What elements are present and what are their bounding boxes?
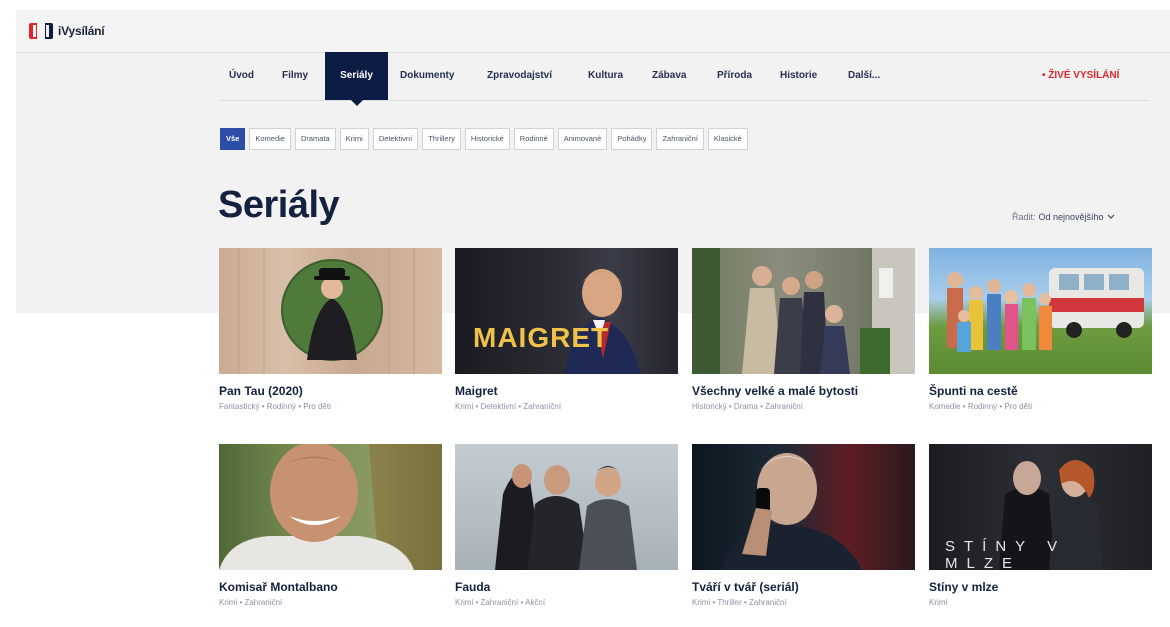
live-broadcast-link[interactable]: • ŽIVÉ VYSÍLÁNÍ — [1042, 52, 1119, 100]
show-genres: Krimi • Thriller • Zahraniční — [692, 598, 787, 607]
sort-dropdown[interactable]: Řadit: Od nejnovějšího — [1012, 212, 1115, 222]
show-thumbnail[interactable]: MAIGRET — [455, 248, 678, 374]
show-title[interactable]: Všechny velké a malé bytosti — [692, 384, 915, 398]
chip-krimi[interactable]: Krimi — [339, 128, 369, 150]
show-genres: Krimi — [929, 598, 948, 607]
show-title[interactable]: Fauda — [455, 580, 678, 594]
pan-tau-artwork — [238, 248, 415, 374]
nav-item-dalsi[interactable]: Další... — [848, 52, 880, 100]
nav-item-kultura[interactable]: Kultura — [588, 52, 623, 100]
show-title[interactable]: Maigret — [455, 384, 678, 398]
chevron-down-icon — [1107, 214, 1114, 219]
spunti-artwork — [947, 268, 1144, 352]
maigret-title-art: MAIGRET — [473, 322, 610, 353]
chip-komedie[interactable]: Komedie — [249, 128, 291, 150]
show-genres: Krimi • Zahraniční — [219, 598, 283, 607]
bytosti-artwork — [692, 248, 915, 374]
show-genres: Historický • Drama • Zahraniční — [692, 402, 803, 411]
show-thumbnail[interactable] — [455, 444, 678, 570]
chip-dramata[interactable]: Dramata — [294, 128, 336, 150]
show-thumbnail[interactable] — [219, 444, 442, 570]
show-thumbnail[interactable] — [929, 248, 1152, 374]
show-card[interactable]: Tváří v tvář (seriál) Krimi • Thriller •… — [692, 444, 915, 607]
chip-animovane[interactable]: Animované — [557, 128, 608, 150]
nav-item-zpravodajstvi[interactable]: Zpravodajství — [487, 52, 552, 100]
show-thumbnail[interactable] — [219, 248, 442, 374]
show-card[interactable]: Fauda Krimi • Zahraniční • Akční — [455, 444, 678, 607]
show-genres: Krimi • Detektivní • Zahraniční — [455, 402, 562, 411]
nav-item-serialy[interactable]: Seriály — [325, 52, 388, 106]
top-bar: iVysílání — [16, 10, 1170, 53]
maigret-artwork — [565, 269, 640, 374]
chip-klasicke[interactable]: Klasické — [707, 128, 748, 150]
nav-item-filmy[interactable]: Filmy — [282, 52, 308, 100]
chip-historicke[interactable]: Historické — [464, 128, 510, 150]
show-title[interactable]: Stíny v mlze — [929, 580, 1152, 594]
show-title[interactable]: Pan Tau (2020) — [219, 384, 442, 398]
page-title: Seriály — [218, 184, 340, 226]
chip-vse[interactable]: Vše — [220, 128, 246, 150]
show-card[interactable]: Všechny velké a malé bytosti Historický … — [692, 248, 915, 411]
show-card[interactable]: Pan Tau (2020) Fantastický • Rodinný • P… — [219, 248, 442, 411]
chip-detektivni[interactable]: Detektivní — [372, 128, 419, 150]
show-thumbnail[interactable]: STÍNY V MLZE — [929, 444, 1152, 570]
ct-logo-icon — [29, 23, 53, 39]
chip-pohadky[interactable]: Pohádky — [611, 128, 653, 150]
tvari-v-tvar-artwork — [722, 453, 862, 570]
stiny-title-art: STÍNY V MLZE — [945, 538, 1067, 570]
logo-text: iVysílání — [58, 24, 105, 38]
sort-label: Řadit: — [1012, 212, 1036, 222]
logo[interactable]: iVysílání — [28, 22, 105, 40]
show-card[interactable]: Špunti na cestě Komedie • Rodinný • Pro … — [929, 248, 1152, 411]
nav-item-uvod[interactable]: Úvod — [229, 52, 254, 100]
nav-item-historie[interactable]: Historie — [780, 52, 817, 100]
show-genres: Komedie • Rodinný • Pro děti — [929, 402, 1032, 411]
nav-item-priroda[interactable]: Příroda — [717, 52, 752, 100]
chip-rodinne[interactable]: Rodinné — [513, 128, 554, 150]
show-thumbnail[interactable] — [692, 444, 915, 570]
show-genres: Krimi • Zahraniční • Akční — [455, 598, 546, 607]
show-card[interactable]: Komisař Montalbano Krimi • Zahraniční — [219, 444, 442, 607]
show-genres: Fantastický • Rodinný • Pro děti — [219, 402, 331, 411]
nav-item-zabava[interactable]: Zábava — [652, 52, 686, 100]
show-title[interactable]: Komisař Montalbano — [219, 580, 442, 594]
sort-value: Od nejnovějšího — [1038, 212, 1104, 222]
show-thumbnail[interactable] — [692, 248, 915, 374]
active-indicator — [350, 100, 363, 106]
chip-thrillery[interactable]: Thrillery — [422, 128, 461, 150]
nav-item-serialy-label: Seriály — [340, 70, 373, 81]
show-card[interactable]: STÍNY V MLZE Stíny v mlze Krimi — [929, 444, 1152, 607]
main-nav: Úvod Filmy Seriály Dokumenty Zpravodajst… — [220, 52, 1150, 106]
fauda-artwork — [495, 464, 637, 570]
nav-item-dokumenty[interactable]: Dokumenty — [400, 52, 454, 100]
montalbano-artwork — [219, 444, 442, 570]
genre-filter: Vše Komedie Dramata Krimi Detektivní Thr… — [220, 128, 748, 150]
chip-zahranicni[interactable]: Zahraniční — [656, 128, 704, 150]
show-title[interactable]: Špunti na cestě — [929, 384, 1152, 398]
show-card[interactable]: MAIGRET Maigret Krimi • Detektivní • Zah… — [455, 248, 678, 411]
show-title[interactable]: Tváří v tvář (seriál) — [692, 580, 915, 594]
